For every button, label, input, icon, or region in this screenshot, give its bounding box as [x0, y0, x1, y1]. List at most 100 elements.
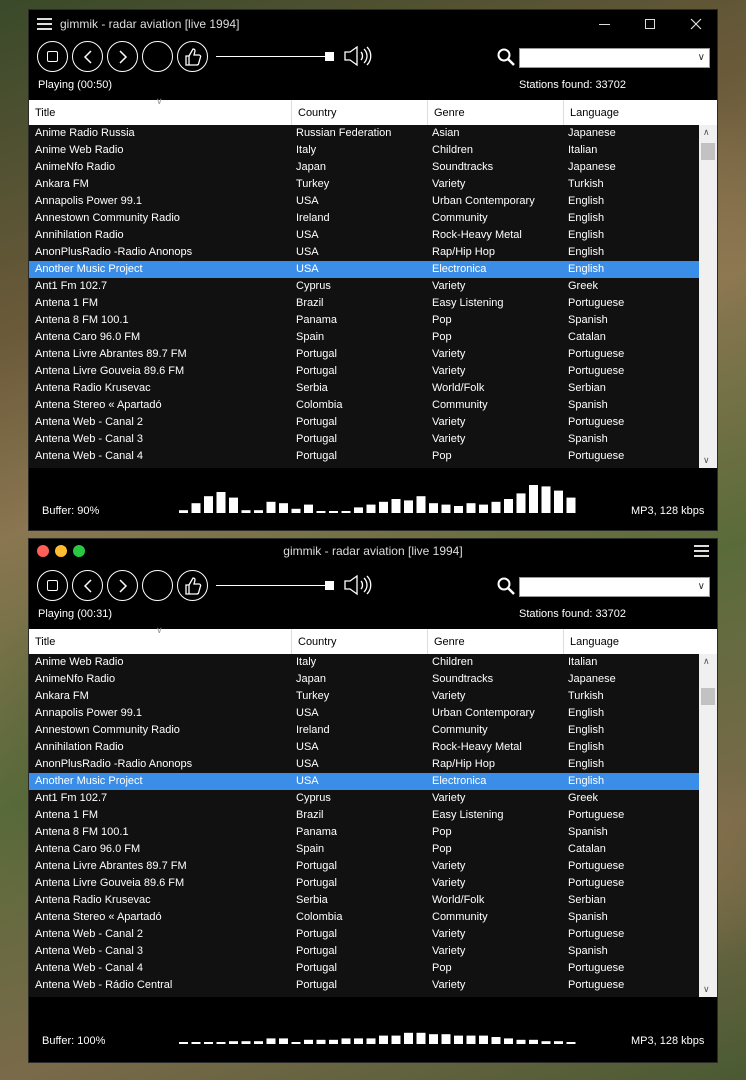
table-row[interactable]: Antena 1 FM Brazil Easy Listening Portugues…: [29, 295, 699, 312]
scroll-down-icon[interactable]: ∨: [703, 984, 710, 995]
column-header-genre[interactable]: Genre: [427, 100, 563, 125]
table-row[interactable]: Antena Web - Canal 4 Portugal Pop Portugues…: [29, 448, 699, 465]
minimize-button[interactable]: [581, 10, 627, 38]
table-row[interactable]: Antena Livre Abrantes 89.7 FM Portugal Var…: [29, 346, 699, 363]
table-row-selected[interactable]: Another Music Project USA Electronica Engli…: [29, 773, 699, 790]
table-row[interactable]: Anime Web Radio Italy Children Italian: [29, 142, 699, 159]
menu-icon[interactable]: [37, 18, 52, 33]
cell-genre: World/Folk: [432, 894, 485, 906]
next-button[interactable]: [107, 41, 138, 72]
table-row[interactable]: Antena Caro 96.0 FM Spain Pop Catalan: [29, 329, 699, 346]
table-row[interactable]: Antena Stereo « Apartadó Colombia Communit…: [29, 397, 699, 414]
scrollbar-thumb[interactable]: [701, 688, 715, 705]
table-row[interactable]: Antena Web - Canal 2 Portugal Variety Portu…: [29, 926, 699, 943]
table-row-selected[interactable]: Another Music Project USA Electronica Engli…: [29, 261, 699, 278]
stop-button[interactable]: [37, 41, 68, 72]
table-row[interactable]: AnimeNfo Radio Japan Soundtracks Japanese: [29, 671, 699, 688]
table-row[interactable]: Ankara FM Turkey Variety Turkish: [29, 688, 699, 705]
table-row[interactable]: Annapolis Power 99.1 USA Urban Contemporar…: [29, 193, 699, 210]
favorite-button[interactable]: [177, 570, 208, 601]
volume-slider-thumb[interactable]: [325, 52, 334, 61]
record-button[interactable]: [142, 570, 173, 601]
previous-button[interactable]: [72, 570, 103, 601]
table-row[interactable]: Ant1 Fm 102.7 Cyprus Variety Greek: [29, 790, 699, 807]
table-row[interactable]: Antena Web - Rádio Central Portugal Variet…: [29, 977, 699, 994]
table-row[interactable]: Antena 8 FM 100.1 Panama Pop Spanish: [29, 824, 699, 841]
cell-title: AnimeNfo Radio: [35, 161, 116, 173]
table-row[interactable]: AnonPlusRadio -Radio Anonops USA Rap/Hip H…: [29, 244, 699, 261]
table-row[interactable]: Antena 8 FM 100.1 Panama Pop Spanish: [29, 312, 699, 329]
table-row[interactable]: Ant1 Fm 102.7 Cyprus Variety Greek: [29, 278, 699, 295]
table-row[interactable]: Annestown Community Radio Ireland Communit…: [29, 722, 699, 739]
chevron-down-icon[interactable]: ∨: [698, 52, 705, 63]
scroll-up-icon[interactable]: ∧: [703, 656, 710, 667]
scroll-up-icon[interactable]: ∧: [703, 127, 710, 138]
maximize-button[interactable]: [627, 10, 673, 38]
cell-title: Antena 8 FM 100.1: [35, 826, 129, 838]
vertical-scrollbar[interactable]: ∧ ∨: [699, 654, 717, 997]
table-row[interactable]: Annestown Community Radio Ireland Communit…: [29, 210, 699, 227]
speaker-icon[interactable]: [343, 574, 375, 599]
volume-slider-thumb[interactable]: [325, 581, 334, 590]
vertical-scrollbar[interactable]: ∧ ∨: [699, 125, 717, 468]
column-header-language[interactable]: Language: [563, 100, 699, 125]
visualizer-bar: [566, 1042, 576, 1044]
table-row[interactable]: AnimeNfo Radio Japan Soundtracks Japanese: [29, 159, 699, 176]
cell-country: USA: [296, 263, 319, 275]
scrollbar-thumb[interactable]: [701, 143, 715, 160]
table-row[interactable]: Antena Web - Canal 3 Portugal Variety Spani…: [29, 431, 699, 448]
table-row[interactable]: Annihilation Radio USA Rock-Heavy Metal Eng…: [29, 227, 699, 244]
menu-icon[interactable]: [694, 545, 709, 560]
cell-title: Antena Stereo « Apartadó: [35, 911, 162, 923]
column-header-genre[interactable]: Genre: [427, 629, 563, 654]
cell-title: Another Music Project: [35, 263, 143, 275]
previous-button[interactable]: [72, 41, 103, 72]
search-icon[interactable]: [497, 48, 515, 69]
search-icon[interactable]: [497, 577, 515, 598]
search-combobox[interactable]: ∨: [519, 577, 710, 597]
footer: Buffer: 90% MP3, 128 kbps: [29, 483, 717, 531]
volume-slider[interactable]: [216, 585, 333, 586]
column-header-language[interactable]: Language: [563, 629, 699, 654]
table-row[interactable]: Anime Web Radio Italy Children Italian: [29, 654, 699, 671]
table-row[interactable]: Antena Livre Gouveia 89.6 FM Portugal Vari…: [29, 363, 699, 380]
chevron-down-icon[interactable]: ∨: [698, 581, 705, 592]
stop-button[interactable]: [37, 570, 68, 601]
stop-icon: [47, 51, 58, 62]
search-combobox[interactable]: ∨: [519, 48, 710, 68]
cell-genre: Pop: [432, 843, 452, 855]
visualizer-bar: [304, 1039, 313, 1044]
title-bar[interactable]: gimmik - radar aviation [live 1994]: [29, 539, 717, 567]
volume-slider[interactable]: [216, 56, 333, 57]
table-row[interactable]: Antena Livre Abrantes 89.7 FM Portugal Var…: [29, 858, 699, 875]
favorite-button[interactable]: [177, 41, 208, 72]
close-button[interactable]: [673, 10, 719, 38]
table-row[interactable]: Annihilation Radio USA Rock-Heavy Metal Eng…: [29, 739, 699, 756]
table-row[interactable]: Annapolis Power 99.1 USA Urban Contemporar…: [29, 705, 699, 722]
table-row[interactable]: AnonPlusRadio -Radio Anonops USA Rap/Hip H…: [29, 756, 699, 773]
table-row[interactable]: Antena Web - Canal 4 Portugal Pop Portugues…: [29, 960, 699, 977]
cell-title: Antena 8 FM 100.1: [35, 314, 129, 326]
next-button[interactable]: [107, 570, 138, 601]
speaker-icon[interactable]: [343, 45, 375, 70]
table-row[interactable]: Ankara FM Turkey Variety Turkish: [29, 176, 699, 193]
table-row[interactable]: Antena Stereo « Apartadó Colombia Communit…: [29, 909, 699, 926]
table-row[interactable]: Antena Livre Gouveia 89.6 FM Portugal Vari…: [29, 875, 699, 892]
scroll-down-icon[interactable]: ∨: [703, 455, 710, 466]
table-row[interactable]: Antena Web - Canal 3 Portugal Variety Spani…: [29, 943, 699, 960]
visualizer-bar: [404, 500, 413, 513]
column-header-country[interactable]: Country: [291, 100, 427, 125]
table-row[interactable]: Antena Radio Krusevac Serbia World/Folk Ser…: [29, 380, 699, 397]
column-header-title[interactable]: Title ∨: [29, 96, 291, 125]
record-button[interactable]: [142, 41, 173, 72]
column-header-title[interactable]: Title ∨: [29, 625, 291, 654]
column-header-country[interactable]: Country: [291, 629, 427, 654]
table-row[interactable]: Antena Web - Canal 2 Portugal Variety Portu…: [29, 414, 699, 431]
title-bar[interactable]: gimmik - radar aviation [live 1994]: [29, 10, 717, 38]
table-row[interactable]: Antena Caro 96.0 FM Spain Pop Catalan: [29, 841, 699, 858]
cell-title: Anime Web Radio: [35, 656, 124, 668]
visualizer-bar: [454, 1035, 463, 1044]
table-row[interactable]: Antena 1 FM Brazil Easy Listening Portugues…: [29, 807, 699, 824]
table-row[interactable]: Antena Radio Krusevac Serbia World/Folk Ser…: [29, 892, 699, 909]
table-row[interactable]: Anime Radio Russia Russian Federation Asia…: [29, 125, 699, 142]
